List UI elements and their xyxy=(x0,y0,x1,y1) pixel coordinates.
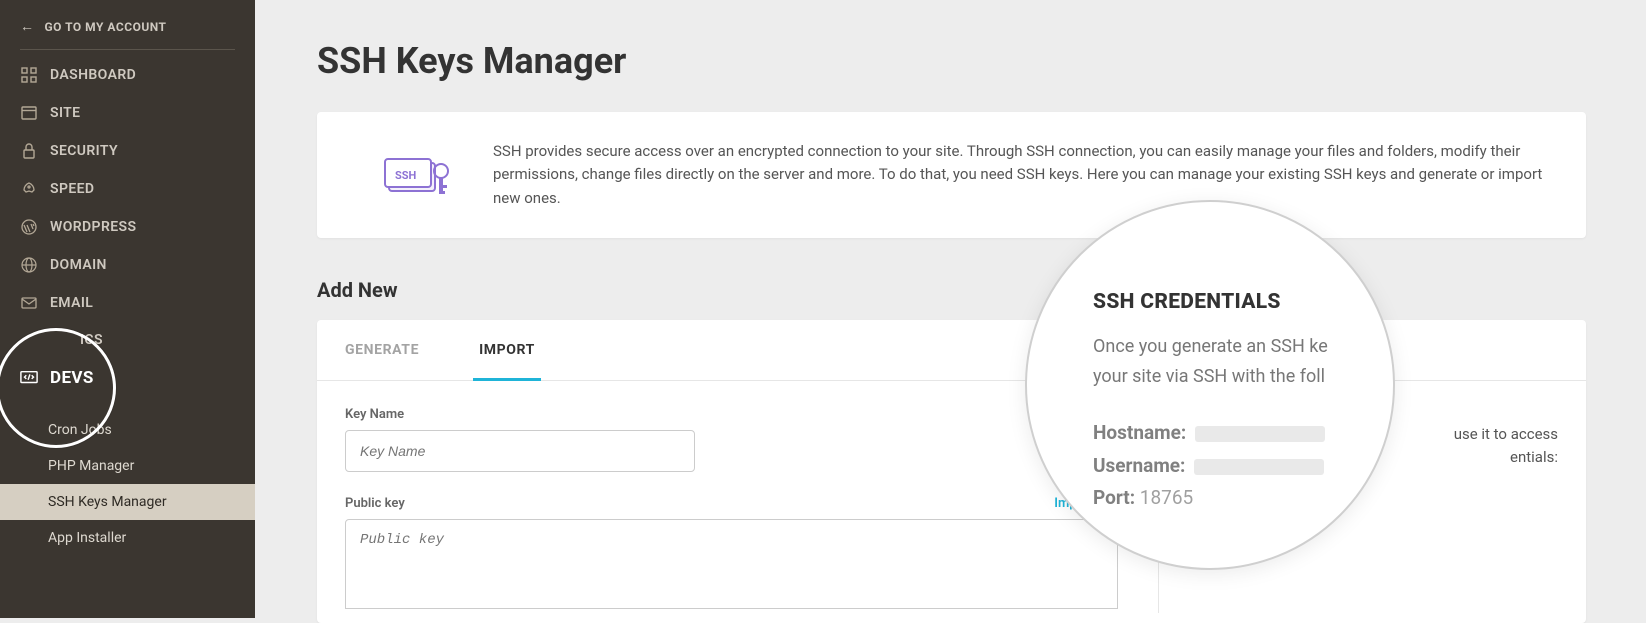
sidebar-item-label: EMAIL xyxy=(50,295,93,311)
public-key-label: Public key xyxy=(345,496,405,511)
sidebar-item-label: DEVS xyxy=(50,368,94,388)
sidebar-item-label: SECURITY xyxy=(50,143,118,159)
add-new-card: GENERATE IMPORT Key Name Public key Impo… xyxy=(317,320,1586,623)
main-content: SSH Keys Manager SSH SSH provides secure… xyxy=(255,0,1646,618)
grid-icon xyxy=(20,66,38,84)
sidebar-item-wordpress[interactable]: WORDPRESS xyxy=(0,208,255,246)
sidebar-item-security[interactable]: SECURITY xyxy=(0,132,255,170)
key-name-input[interactable] xyxy=(345,430,695,472)
lock-icon xyxy=(20,142,38,160)
credentials-magnifier: SSH CREDENTIALS Once you generate an SSH… xyxy=(1025,200,1395,570)
wordpress-icon xyxy=(20,218,38,236)
sidebar-sub-cron-jobs[interactable]: Cron Jobs xyxy=(0,412,255,448)
sidebar-sub-app-installer[interactable]: App Installer xyxy=(0,520,255,556)
sidebar-item-speed[interactable]: SPEED xyxy=(0,170,255,208)
sidebar-item-label: SITE xyxy=(50,105,80,121)
info-text-b: entials: xyxy=(1510,448,1558,466)
username-redacted xyxy=(1194,459,1324,475)
sidebar-item-label: ICS xyxy=(80,332,103,348)
sidebar-item-devs[interactable]: DEVS xyxy=(0,358,255,398)
sidebar-item-statistics[interactable]: ICS xyxy=(0,322,255,358)
back-link-label: GO TO MY ACCOUNT xyxy=(45,20,167,34)
sidebar-item-label: WORDPRESS xyxy=(50,219,136,235)
sidebar-item-label: SPEED xyxy=(50,181,94,197)
description-card: SSH SSH provides secure access over an e… xyxy=(317,112,1586,238)
sidebar-item-email[interactable]: EMAIL xyxy=(0,284,255,322)
divider xyxy=(20,49,235,50)
credentials-port: Port: 18765 xyxy=(1093,482,1379,514)
rocket-icon xyxy=(20,180,38,198)
code-icon xyxy=(20,369,38,387)
sidebar-sub-ssh-keys-manager[interactable]: SSH Keys Manager xyxy=(0,484,255,520)
back-to-account-link[interactable]: ← GO TO MY ACCOUNT xyxy=(0,0,255,49)
tab-generate[interactable]: GENERATE xyxy=(345,320,449,380)
public-key-input[interactable] xyxy=(345,519,1118,609)
sidebar-sub-php-manager[interactable]: PHP Manager xyxy=(0,448,255,484)
credentials-title: SSH CREDENTIALS xyxy=(1093,290,1379,314)
arrow-left-icon: ← xyxy=(20,18,35,35)
sidebar-item-domain[interactable]: DOMAIN xyxy=(0,246,255,284)
credentials-body: Once you generate an SSH ke your site vi… xyxy=(1093,332,1379,391)
svg-text:SSH: SSH xyxy=(395,169,417,182)
description-text: SSH provides secure access over an encry… xyxy=(493,140,1550,210)
port-value: 18765 xyxy=(1140,486,1193,509)
sidebar: ← GO TO MY ACCOUNT DASHBOARD SITE SECURI… xyxy=(0,0,255,618)
sidebar-item-site[interactable]: SITE xyxy=(0,94,255,132)
ssh-card-icon: SSH xyxy=(353,140,493,210)
sidebar-item-label: DASHBOARD xyxy=(50,67,136,83)
form-left: Key Name Public key Import Key xyxy=(345,407,1118,613)
page-title: SSH Keys Manager xyxy=(317,40,1586,82)
mail-icon xyxy=(20,294,38,312)
tab-import[interactable]: IMPORT xyxy=(479,320,565,380)
key-name-label: Key Name xyxy=(345,407,1118,422)
info-text-a: use it to access xyxy=(1454,425,1558,443)
tabs: GENERATE IMPORT xyxy=(317,320,1586,381)
hostname-redacted xyxy=(1195,426,1325,442)
sidebar-item-dashboard[interactable]: DASHBOARD xyxy=(0,56,255,94)
credentials-username: Username: xyxy=(1093,450,1379,482)
sidebar-item-label: DOMAIN xyxy=(50,257,107,273)
globe-icon xyxy=(20,256,38,274)
add-new-title: Add New xyxy=(317,278,1586,302)
window-icon xyxy=(20,104,38,122)
credentials-hostname: Hostname: xyxy=(1093,417,1379,449)
